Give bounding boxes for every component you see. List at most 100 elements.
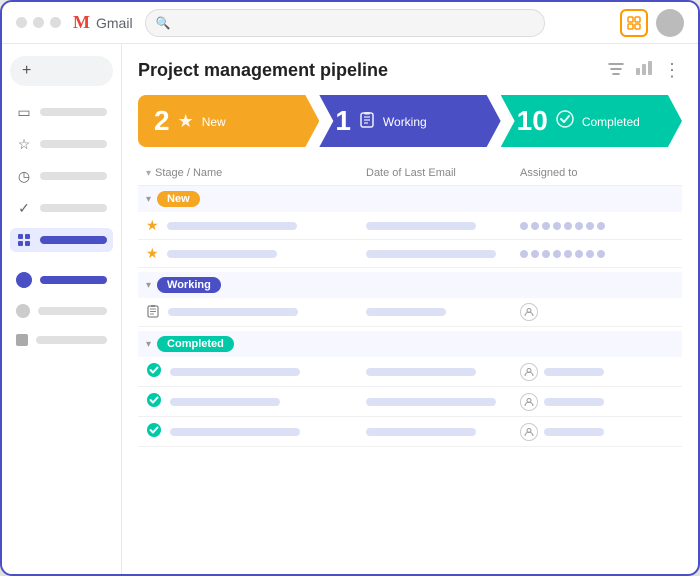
sidebar-bar (40, 108, 107, 116)
star-row-icon: ★ (146, 245, 159, 262)
col-chevron-icon: ▾ (146, 168, 151, 179)
search-bar[interactable]: 🔍 (145, 9, 545, 37)
pipeline-card-completed[interactable]: 10 Completed (501, 95, 682, 147)
check-row-icon (146, 362, 162, 381)
name-bar (167, 222, 297, 230)
sidebar-item-inbox[interactable]: ▭ (10, 100, 113, 124)
traffic-lights (16, 17, 61, 28)
gmail-logo: M Gmail (73, 12, 133, 33)
grid-nav-icon (16, 232, 32, 248)
user-avatar[interactable] (656, 9, 684, 37)
stage-chevron-new: ▾ (146, 194, 151, 205)
stage-badge-working: Working (157, 277, 221, 293)
date-bar (366, 308, 446, 316)
gmail-text: Gmail (96, 15, 133, 31)
working-count: 1 (335, 105, 351, 137)
stage-group-working: ▾ Working (138, 272, 682, 327)
assigned-dots (520, 222, 674, 230)
sidebar-item-circle1[interactable] (10, 268, 113, 292)
stage-row-completed[interactable]: ▾ Completed (138, 331, 682, 357)
completed-count: 10 (517, 105, 548, 137)
sidebar-bar (40, 204, 107, 212)
stage-badge-completed: Completed (157, 336, 234, 352)
working-label: Working (383, 115, 427, 129)
sidebar-item-starred[interactable]: ☆ (10, 132, 113, 156)
star-icon: ☆ (16, 136, 32, 152)
sidebar: + ▭ ☆ ◷ ✓ (2, 44, 122, 574)
stage-row-new[interactable]: ▾ New (138, 186, 682, 212)
more-icon[interactable]: ⋮ (663, 60, 682, 81)
stage-chevron-completed: ▾ (146, 339, 151, 350)
person-icon (520, 303, 538, 321)
table-row[interactable] (138, 298, 682, 327)
inbox-icon: ▭ (16, 104, 32, 120)
filter-icon[interactable] (607, 60, 625, 81)
compose-button[interactable]: + (10, 56, 113, 86)
pipeline-card-working[interactable]: 1 Working (319, 95, 500, 147)
sidebar-active-bar (40, 236, 107, 244)
new-icon: ★ (178, 111, 194, 132)
sidebar-item-sent[interactable]: ✓ (10, 196, 113, 220)
date-bar (366, 250, 496, 258)
sidebar-bar (40, 276, 107, 284)
assigned-bar (544, 428, 604, 436)
assigned-person (520, 393, 674, 411)
sidebar-dot (16, 272, 32, 288)
header-actions: ⋮ (607, 60, 682, 81)
person-icon (520, 423, 538, 441)
date-bar (366, 398, 496, 406)
name-bar (168, 308, 298, 316)
col-assigned: Assigned to (520, 167, 674, 179)
assigned-person (520, 363, 674, 381)
assigned-person (520, 423, 674, 441)
new-label: New (202, 115, 226, 129)
compose-plus-icon: + (22, 62, 31, 80)
sidebar-bar (40, 140, 107, 148)
completed-label: Completed (582, 115, 640, 129)
star-row-icon: ★ (146, 217, 159, 234)
main-area: + ▭ ☆ ◷ ✓ (2, 44, 698, 574)
table-row[interactable] (138, 357, 682, 387)
sidebar-bar (38, 307, 107, 315)
completed-icon (556, 110, 574, 133)
table-row[interactable]: ★ (138, 240, 682, 268)
table-row[interactable]: ★ (138, 212, 682, 240)
traffic-light-maximize[interactable] (50, 17, 61, 28)
sidebar-item-recent[interactable]: ◷ (10, 164, 113, 188)
clock-icon: ◷ (16, 168, 32, 184)
stage-chevron-working: ▾ (146, 280, 151, 291)
col-stage-name: ▾ Stage / Name (146, 167, 366, 179)
name-bar (170, 398, 280, 406)
chart-icon[interactable] (635, 60, 653, 81)
sidebar-item-pipeline[interactable] (10, 228, 113, 252)
stage-row-working[interactable]: ▾ Working (138, 272, 682, 298)
check-row-icon (146, 422, 162, 441)
table-row[interactable] (138, 387, 682, 417)
page-header: Project management pipeline (138, 60, 682, 81)
check-row-icon (146, 392, 162, 411)
search-icon: 🔍 (156, 16, 171, 30)
person-icon (520, 363, 538, 381)
gmail-m-icon: M (73, 12, 90, 33)
date-bar (366, 428, 476, 436)
pipeline-card-new[interactable]: 2 ★ New (138, 95, 319, 147)
traffic-light-close[interactable] (16, 17, 27, 28)
traffic-light-minimize[interactable] (33, 17, 44, 28)
sidebar-nav: ▭ ☆ ◷ ✓ (10, 100, 113, 350)
sidebar-item-square[interactable] (10, 330, 113, 350)
assigned-dots (520, 250, 674, 258)
page-title: Project management pipeline (138, 60, 388, 81)
sidebar-bar (36, 336, 107, 344)
sidebar-dot2 (16, 304, 30, 318)
content-area: Project management pipeline (122, 44, 698, 574)
table-header: ▾ Stage / Name Date of Last Email Assign… (138, 161, 682, 186)
sidebar-item-circle2[interactable] (10, 300, 113, 322)
stage-badge-new: New (157, 191, 200, 207)
check-nav-icon: ✓ (16, 200, 32, 216)
grid-view-button[interactable] (620, 9, 648, 37)
name-bar (170, 368, 300, 376)
assigned-person (520, 303, 674, 321)
table-row[interactable] (138, 417, 682, 447)
clipboard-row-icon (146, 304, 160, 321)
name-bar (167, 250, 277, 258)
